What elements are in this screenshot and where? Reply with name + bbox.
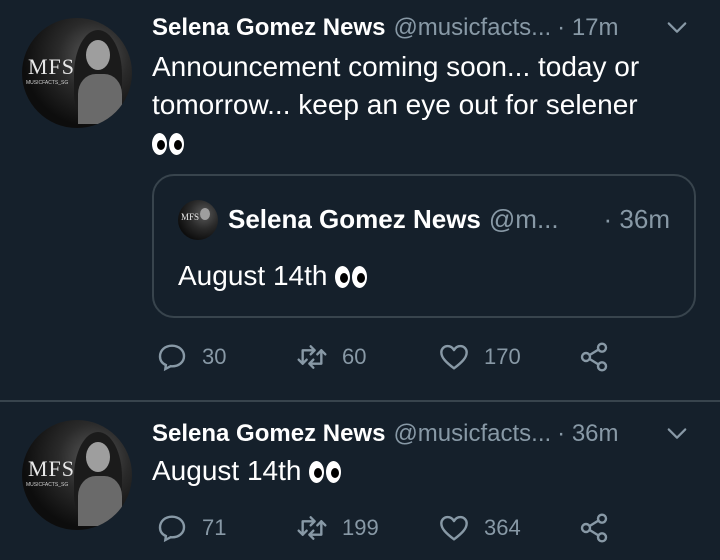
timestamp[interactable]: · 36m: [557, 420, 618, 448]
timestamp[interactable]: · 17m: [557, 14, 618, 42]
tweet-actions: 71 199 364: [152, 508, 622, 548]
heart-icon: [440, 515, 468, 541]
chevron-down-icon[interactable]: [666, 17, 688, 39]
tweet-header: Selena Gomez News @musicfacts... · 36m: [152, 417, 619, 451]
like-button[interactable]: 364: [438, 508, 521, 548]
tweet-text: Announcement coming soon... today or tom…: [152, 48, 702, 162]
tweet-actions: 30 60 170: [152, 337, 622, 377]
quoted-text: August 14th: [178, 260, 368, 292]
like-count: 170: [484, 344, 521, 369]
quoted-user-handle: @m...: [488, 203, 559, 234]
retweet-button[interactable]: 199: [296, 508, 379, 548]
quoted-text-content: August 14th: [178, 260, 328, 291]
quoted-header: Selena Gomez News @m...: [228, 202, 559, 236]
retweet-count: 199: [342, 515, 379, 540]
like-button[interactable]: 170: [438, 337, 521, 377]
avatar-logo-text: MFS: [28, 54, 76, 79]
retweet-button[interactable]: 60: [296, 337, 366, 377]
eyes-emoji-icon: [309, 461, 342, 483]
avatar[interactable]: MFS MUSICFACTS_SG: [22, 420, 132, 530]
quoted-timestamp: · 36m: [603, 203, 670, 234]
tweet-text-content: Announcement coming soon... today or tom…: [152, 51, 640, 120]
user-handle[interactable]: @musicfacts...: [393, 420, 551, 448]
retweet-icon: [297, 345, 327, 369]
reply-count: 30: [202, 344, 227, 369]
avatar-figure-face: [86, 40, 110, 70]
avatar-logo-subtext: MUSICFACTS_SG: [26, 80, 69, 86]
avatar-logo-subtext: MUSICFACTS_SG: [26, 482, 69, 488]
reply-count: 71: [202, 515, 227, 540]
tweet[interactable]: MFS MUSICFACTS_SG Selena Gomez News @mus…: [0, 402, 720, 560]
tweet-text: August 14th: [152, 452, 702, 490]
share-button[interactable]: [578, 508, 610, 548]
like-count: 364: [484, 515, 521, 540]
retweet-count: 60: [342, 344, 367, 369]
timeline: MFS MUSICFACTS_SG Selena Gomez News @mus…: [0, 0, 720, 560]
reply-icon: [158, 344, 186, 372]
avatar-figure-body: [78, 74, 122, 124]
eyes-emoji-icon: [335, 266, 368, 288]
quoted-display-name: Selena Gomez News: [228, 203, 481, 234]
quoted-avatar: MFS: [178, 200, 218, 240]
display-name[interactable]: Selena Gomez News: [152, 14, 385, 42]
display-name[interactable]: Selena Gomez News: [152, 420, 385, 448]
eyes-emoji-icon: [152, 133, 184, 155]
reply-icon: [158, 515, 186, 543]
quoted-avatar-logo-text: MFS: [181, 212, 200, 222]
avatar-figure-face: [86, 442, 110, 472]
heart-icon: [440, 344, 468, 370]
share-icon: [580, 342, 608, 372]
tweet-header: Selena Gomez News @musicfacts... · 17m: [152, 11, 619, 45]
share-button[interactable]: [578, 337, 610, 377]
quoted-tweet[interactable]: MFS Selena Gomez News @m... · 36m August…: [152, 174, 696, 318]
avatar-figure-body: [78, 476, 122, 526]
tweet-text-content: August 14th: [152, 455, 302, 486]
reply-button[interactable]: 71: [156, 508, 226, 548]
avatar[interactable]: MFS MUSICFACTS_SG: [22, 18, 132, 128]
chevron-down-icon[interactable]: [666, 423, 688, 445]
tweet[interactable]: MFS MUSICFACTS_SG Selena Gomez News @mus…: [0, 0, 720, 400]
avatar-logo-text: MFS: [28, 456, 76, 481]
reply-button[interactable]: 30: [156, 337, 226, 377]
quoted-avatar-face: [200, 208, 210, 220]
share-icon: [580, 513, 608, 543]
user-handle[interactable]: @musicfacts...: [393, 14, 551, 42]
retweet-icon: [297, 516, 327, 540]
